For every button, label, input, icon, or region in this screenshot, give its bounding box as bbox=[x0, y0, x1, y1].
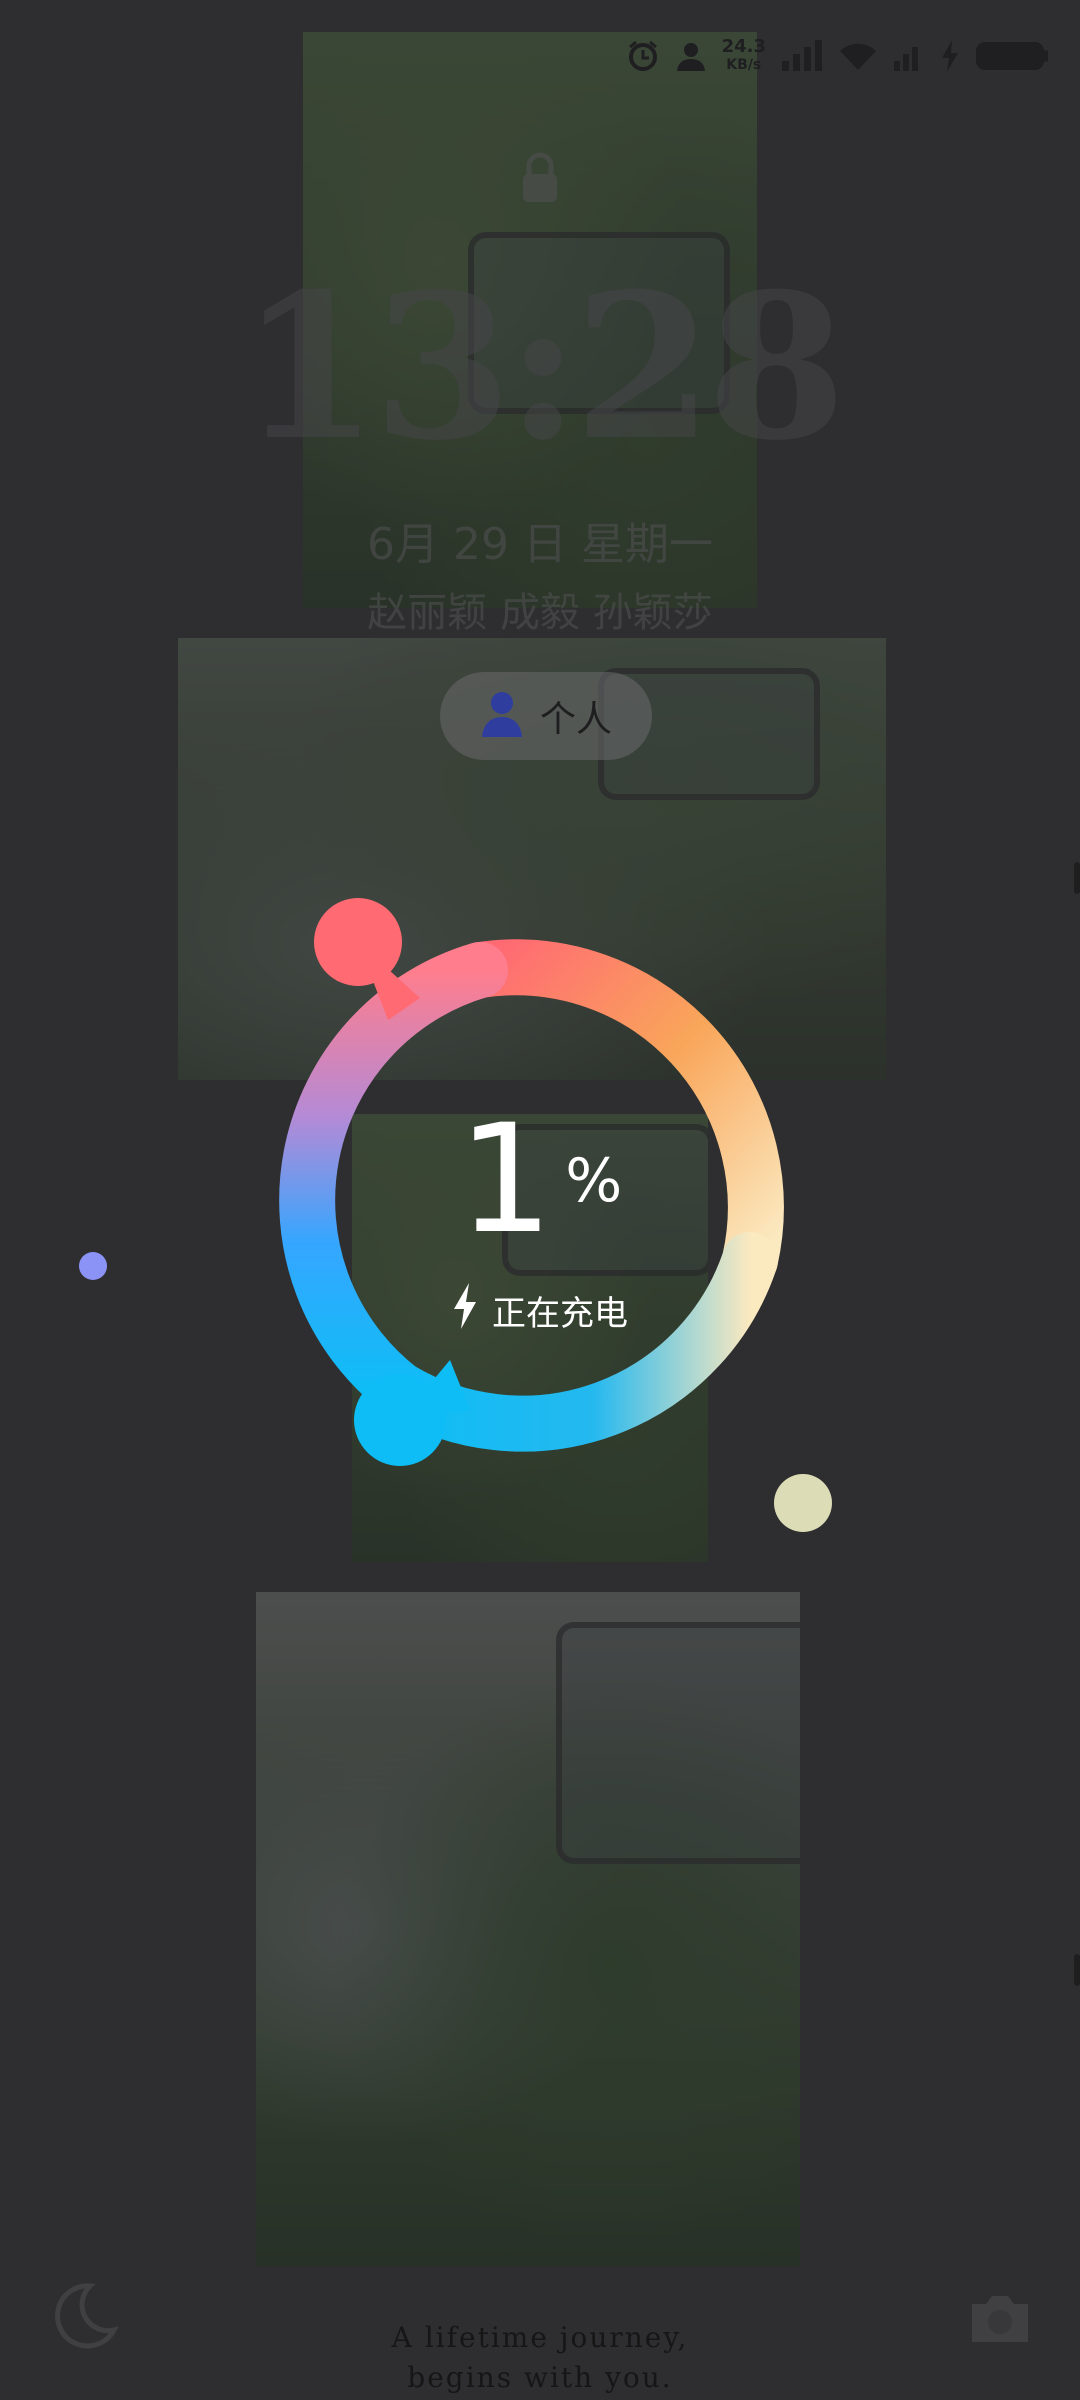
network-speed-unit: KB/s bbox=[726, 57, 762, 73]
edge-indicator bbox=[1074, 1954, 1080, 1986]
signal-icon bbox=[892, 39, 926, 73]
battery-icon bbox=[974, 38, 1050, 74]
person-icon bbox=[480, 690, 524, 742]
tagline-line-2: begins with you. bbox=[407, 2361, 673, 2394]
wifi-icon bbox=[838, 39, 878, 73]
charging-bolt-icon bbox=[940, 39, 960, 73]
edge-indicator bbox=[1074, 862, 1080, 894]
network-speed: 24.3 KB/s bbox=[722, 38, 766, 74]
decor-dot-cream bbox=[774, 1474, 832, 1532]
decor-dot-purple bbox=[79, 1252, 107, 1280]
battery-percent-sign: % bbox=[565, 1146, 623, 1216]
lockscreen-clock: 13:28 bbox=[239, 250, 846, 485]
user-icon bbox=[674, 39, 708, 73]
signal-icon bbox=[780, 39, 824, 73]
lockscreen-tagline: A lifetime journey, begins with you. bbox=[0, 2318, 1080, 2398]
battery-percentage: 1% bbox=[0, 1105, 1080, 1255]
alarm-icon bbox=[626, 39, 660, 73]
battery-percent-value: 1 bbox=[457, 1093, 554, 1267]
charging-status-text: 正在充电 bbox=[492, 1294, 628, 1334]
lockscreen-names: 赵丽颖 成毅 孙颖莎 bbox=[367, 590, 713, 636]
lock-icon bbox=[520, 152, 560, 208]
lockscreen-date: 6月 29 日 星期一 bbox=[367, 519, 713, 570]
profile-switch-button[interactable]: 个人 bbox=[440, 672, 652, 760]
status-bar: 24.3 KB/s bbox=[626, 30, 1050, 82]
network-speed-value: 24.3 bbox=[721, 36, 766, 57]
charging-status: 正在充电 bbox=[0, 1282, 1080, 1339]
charging-bolt-icon bbox=[452, 1282, 478, 1339]
profile-label: 个人 bbox=[539, 699, 612, 740]
tagline-line-1: A lifetime journey, bbox=[391, 2321, 689, 2354]
